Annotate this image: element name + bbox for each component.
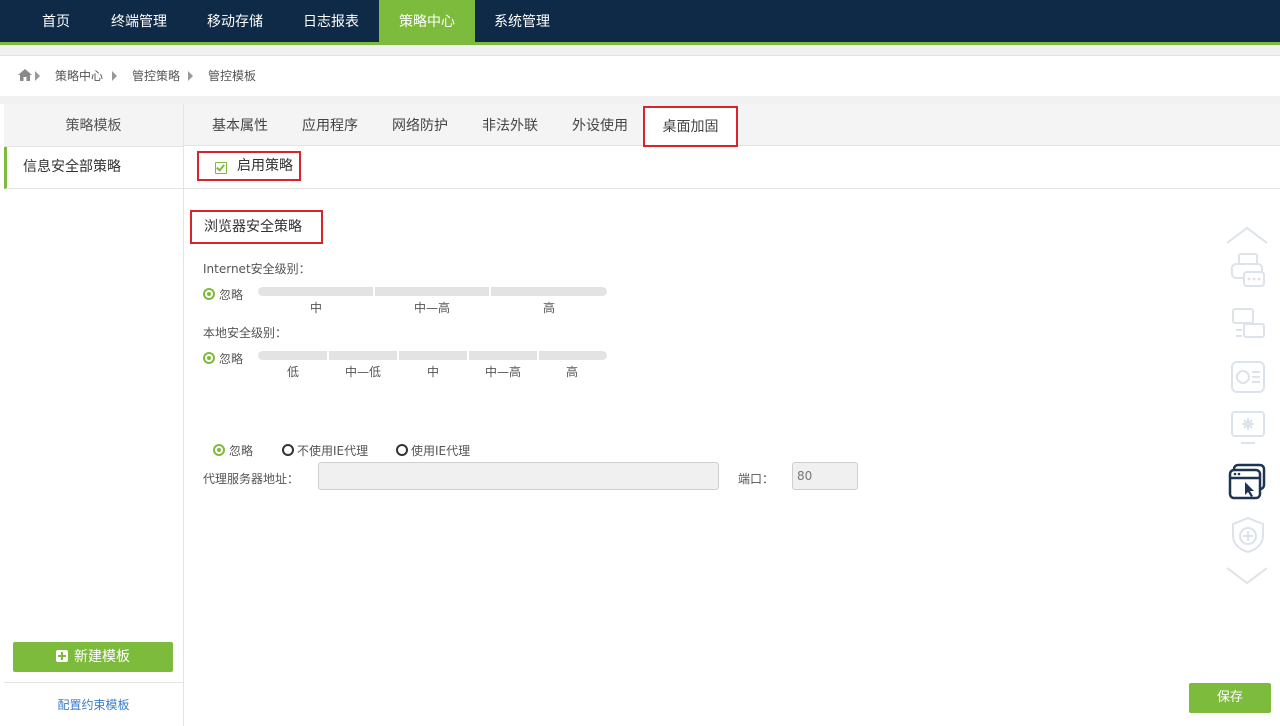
nav-mobile-storage[interactable]: 移动存储 [188,0,282,42]
enable-policy-checkbox[interactable]: 启用策略 [197,151,301,181]
nav-policy-center[interactable]: 策略中心 [379,0,475,45]
internet-level-tick: 中—高 [413,301,450,315]
window-cursor-icon[interactable] [1228,463,1268,501]
sidebar-header: 策略模板 [4,104,183,147]
breadcrumb-separator-icon [112,71,117,81]
nav-terminal-management[interactable]: 终端管理 [93,0,185,42]
nav-log-reports[interactable]: 日志报表 [284,0,378,42]
devices-icon[interactable] [1230,306,1266,342]
internet-level-tick: 中 [309,301,322,315]
tab-applications[interactable]: 应用程序 [302,104,358,145]
slider-divider [327,351,329,360]
slider-divider [397,351,399,360]
config-constraint-template-link[interactable]: 配置约束模板 [4,696,183,713]
save-button[interactable]: 保存 [1189,683,1271,713]
sidebar-item-template[interactable]: 信息安全部策略 [4,147,183,189]
slider-divider [467,351,469,360]
proxy-use-ie-radio[interactable] [396,444,408,456]
local-level-tick: 中—高 [484,365,521,379]
local-level-tick: 低 [286,365,299,379]
proxy-no-ie-label: 不使用IE代理 [297,444,369,458]
tab-basic-properties[interactable]: 基本属性 [212,104,268,145]
internet-level-slider[interactable] [258,287,607,296]
monitor-sparkle-icon[interactable] [1230,410,1266,446]
breadcrumb-separator-icon [188,71,193,81]
proxy-address-label: 代理服务器地址： [203,472,300,486]
local-ignore-radio[interactable] [203,352,215,364]
policy-tabs: 基本属性 应用程序 网络防护 非法外联 外设使用 桌面加固 [184,104,1280,147]
internet-level-label: Internet安全级别： [203,262,311,276]
breadcrumb-control-template: 管控模板 [208,69,257,83]
breadcrumb-policy-center[interactable]: 策略中心 [55,56,103,96]
gear-list-icon[interactable] [1230,360,1266,396]
slider-divider [373,287,375,296]
slider-divider [489,287,491,296]
divider [4,682,183,683]
local-level-tick: 中—低 [344,365,381,379]
internet-level-tick: 高 [542,301,555,315]
enable-policy-label: 启用策略 [237,158,293,174]
local-ignore-label: 忽略 [219,352,244,366]
proxy-ignore-radio[interactable] [213,444,225,456]
breadcrumb: 策略中心 管控策略 管控模板 [0,55,1280,97]
proxy-no-ie-radio[interactable] [282,444,294,456]
chevron-up-icon[interactable] [1226,225,1268,245]
slider-divider [537,351,539,360]
internet-ignore-radio[interactable] [203,288,215,300]
home-icon[interactable] [18,69,32,81]
spacer [0,96,1280,104]
port-input[interactable]: 80 [792,462,858,490]
shield-plus-icon[interactable] [1230,516,1266,554]
local-level-slider[interactable] [258,351,607,360]
printer-icon[interactable] [1230,252,1266,288]
top-navigation: 首页 终端管理 移动存储 日志报表 策略中心 系统管理 [0,0,1280,45]
enable-policy-row: 启用策略 [184,146,1280,189]
plus-icon [56,650,68,662]
internet-ignore-label: 忽略 [219,288,244,302]
template-sidebar: 策略模板 信息安全部策略 新建模板 配置约束模板 [4,104,184,726]
proxy-use-ie-label: 使用IE代理 [411,444,471,458]
new-template-label: 新建模板 [74,649,130,665]
local-level-tick: 高 [565,365,578,379]
proxy-address-input[interactable] [318,462,719,490]
port-label: 端口： [738,472,775,486]
section-title: 浏览器安全策略 [190,210,323,244]
proxy-ignore-label: 忽略 [229,444,254,458]
tab-illegal-outreach[interactable]: 非法外联 [482,104,538,145]
breadcrumb-separator-icon [35,71,40,81]
new-template-button[interactable]: 新建模板 [13,642,173,672]
nav-system-management[interactable]: 系统管理 [475,0,569,42]
tab-network-protection[interactable]: 网络防护 [392,104,448,145]
local-level-tick: 中 [426,365,439,379]
local-level-label: 本地安全级别： [203,326,288,340]
spacer [0,45,1280,55]
tab-desktop-hardening[interactable]: 桌面加固 [643,106,738,147]
checkbox-checked-icon [215,162,227,174]
breadcrumb-control-policy[interactable]: 管控策略 [132,56,180,96]
tab-peripheral-usage[interactable]: 外设使用 [572,104,628,145]
chevron-down-icon[interactable] [1226,566,1268,586]
